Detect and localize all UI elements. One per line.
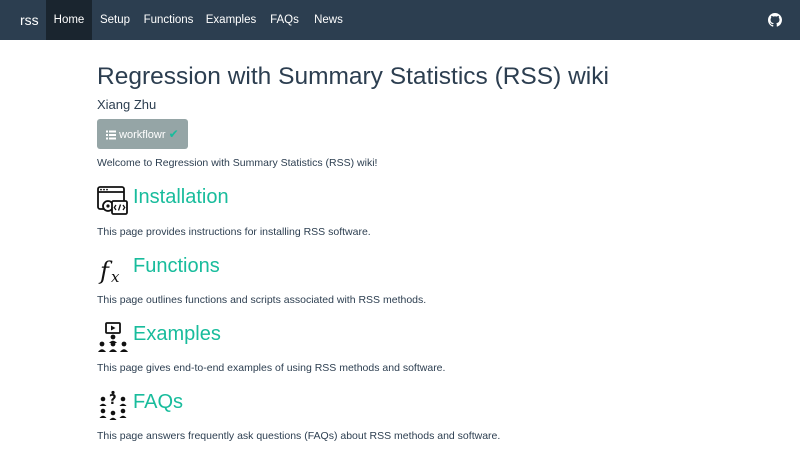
brand-link[interactable]: rss	[20, 0, 39, 40]
list-icon	[106, 130, 116, 140]
navbar: rss Home Setup Functions Examples FAQs N…	[0, 0, 800, 40]
nav-examples[interactable]: Examples	[199, 0, 263, 40]
installation-description: This page provides instructions for inst…	[97, 226, 371, 238]
function-icon: f x	[98, 257, 120, 286]
nav-functions[interactable]: Functions	[138, 0, 199, 40]
functions-description: This page outlines functions and scripts…	[97, 294, 427, 306]
examples-link[interactable]: Examples	[133, 323, 221, 346]
welcome-text: Welcome to Regression with Summary Stati…	[97, 157, 378, 169]
github-icon[interactable]	[768, 13, 782, 27]
functions-link[interactable]: Functions	[133, 255, 220, 278]
faqs-link[interactable]: FAQs	[133, 391, 183, 414]
author-name: Xiang Zhu	[97, 97, 157, 112]
nav-home[interactable]: Home	[46, 0, 92, 40]
faqs-description: This page answers frequently ask questio…	[97, 430, 501, 442]
svg-text:x: x	[111, 268, 120, 286]
nav-faqs[interactable]: FAQs	[263, 0, 306, 40]
workflowr-label: workflowr	[119, 129, 166, 141]
examples-description: This page gives end-to-end examples of u…	[97, 362, 446, 374]
question-people-icon: ?	[99, 390, 127, 420]
svg-text:?: ?	[109, 393, 117, 408]
workflowr-button[interactable]: workflowr ✔	[97, 119, 188, 149]
installation-link[interactable]: Installation	[133, 186, 229, 209]
code-window-icon	[97, 186, 128, 215]
page-title: Regression with Summary Statistics (RSS)…	[97, 63, 609, 90]
check-icon: ✔	[168, 127, 179, 141]
nav-setup[interactable]: Setup	[92, 0, 138, 40]
nav-news[interactable]: News	[306, 0, 351, 40]
presentation-icon	[98, 322, 128, 352]
